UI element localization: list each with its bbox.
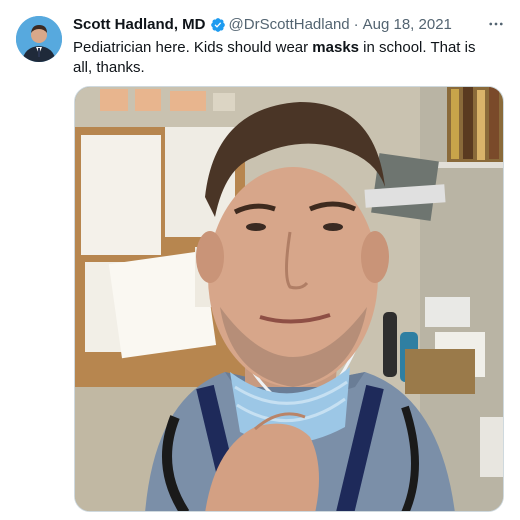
author-handle[interactable]: @DrScottHadland: [229, 15, 350, 35]
tweet-photo[interactable]: [74, 86, 504, 512]
verified-badge-icon: [210, 17, 226, 33]
tweet: Scott Hadland, MD @DrScottHadland · Aug …: [0, 0, 520, 520]
header-separator: ·: [353, 16, 359, 33]
author-name[interactable]: Scott Hadland, MD: [73, 15, 206, 35]
more-options-icon[interactable]: [484, 12, 508, 36]
author-avatar[interactable]: [16, 16, 62, 62]
selfie-photo: [75, 87, 503, 511]
tweet-date[interactable]: Aug 18, 2021: [363, 15, 452, 35]
tweet-text-bold: masks: [312, 39, 360, 56]
tweet-text-part: Pediatrician here. Kids should wear: [73, 39, 313, 56]
avatar-image: [16, 16, 62, 62]
tweet-header: Scott Hadland, MD @DrScottHadland · Aug …: [73, 14, 473, 36]
tweet-text: Pediatrician here. Kids should wear mask…: [73, 38, 493, 78]
